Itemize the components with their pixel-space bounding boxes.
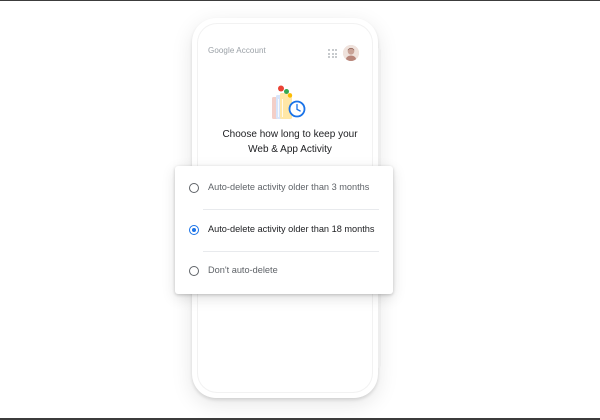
radio-18-months[interactable] <box>189 225 199 235</box>
history-clock-illustration <box>270 85 310 125</box>
auto-delete-options-card: Auto-delete activity older than 3 months… <box>175 166 393 294</box>
option-dont-auto-delete[interactable]: Don't auto-delete <box>175 252 393 292</box>
account-avatar[interactable] <box>343 45 359 61</box>
radio-dont-auto-delete[interactable] <box>189 266 199 276</box>
option-label-18-months: Auto-delete activity older than 18 month… <box>208 224 375 234</box>
option-label-3-months: Auto-delete activity older than 3 months <box>208 182 370 192</box>
retention-prompt: Choose how long to keep your Web & App A… <box>202 127 378 157</box>
option-18-months[interactable]: Auto-delete activity older than 18 month… <box>175 211 393 251</box>
option-divider <box>203 209 379 210</box>
radio-3-months[interactable] <box>189 183 199 193</box>
option-label-dont-auto-delete: Don't auto-delete <box>208 265 278 275</box>
option-3-months[interactable]: Auto-delete activity older than 3 months <box>175 169 393 209</box>
radio-selected-dot <box>192 228 196 232</box>
prompt-line-1: Choose how long to keep your <box>222 129 358 140</box>
top-border <box>0 0 600 1</box>
avatar-icon <box>343 45 359 61</box>
apps-grid-icon[interactable] <box>328 49 337 58</box>
prompt-line-2: Web & App Activity <box>248 144 332 155</box>
app-title: Google Account <box>208 46 266 55</box>
